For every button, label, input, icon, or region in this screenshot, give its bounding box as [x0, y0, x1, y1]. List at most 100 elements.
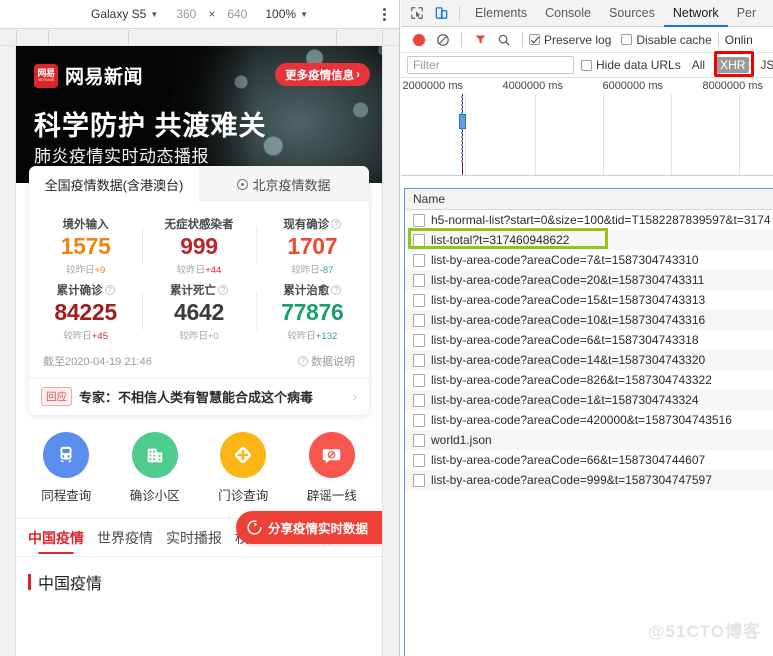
request-type-icon [413, 313, 425, 327]
news-highlight-row[interactable]: 回应 专家：不相信人类有智慧能合成这个病毒 › [29, 377, 369, 415]
devtools-tabbar: Elements Console Sources Network Per [401, 0, 773, 27]
no-rumor-icon [308, 432, 355, 478]
table-row[interactable]: world1.json [405, 430, 773, 450]
filter-type-all[interactable]: All [688, 57, 709, 73]
table-row[interactable]: list-by-area-code?areaCode=1&t=158730474… [405, 390, 773, 410]
network-request-list[interactable]: Name h5-normal-list?start=0&size=100&tid… [404, 188, 773, 656]
more-epidemic-info-label: 更多疫情信息 [285, 69, 355, 82]
hide-data-urls-toggle[interactable]: Hide data URLs [581, 58, 681, 72]
table-row[interactable]: list-by-area-code?areaCode=999&t=1587304… [405, 470, 773, 490]
chevron-right-icon: › [352, 389, 357, 404]
table-row[interactable]: list-by-area-code?areaCode=6&t=158730474… [405, 330, 773, 350]
quick-entry-label: 辟谣一线 [306, 489, 357, 503]
request-name: list-by-area-code?areaCode=14&t=15873047… [431, 353, 706, 367]
delta-prefix: 较昨日 [179, 331, 208, 342]
table-row[interactable]: list-by-area-code?areaCode=420000&t=1587… [405, 410, 773, 430]
table-row[interactable]: list-by-area-code?areaCode=20&t=15873047… [405, 270, 773, 290]
record-icon[interactable] [407, 28, 431, 52]
device-select[interactable]: Galaxy S5 ▼ [82, 7, 167, 21]
device-name: Galaxy S5 [91, 7, 147, 21]
clear-icon[interactable] [431, 28, 455, 52]
table-row[interactable]: list-by-area-code?areaCode=66&t=15873047… [405, 450, 773, 470]
disable-cache-toggle[interactable]: Disable cache [621, 33, 712, 47]
tab-console[interactable]: Console [536, 0, 600, 27]
request-type-icon [413, 333, 425, 347]
request-name: list-by-area-code?areaCode=66&t=15873047… [431, 453, 706, 467]
request-type-icon [413, 433, 425, 447]
stat-total-deaths: 累计死亡? 4642 较昨日+0 [142, 278, 255, 344]
quick-entry-confirmed-communities[interactable]: 确诊小区 [111, 432, 200, 504]
stat-current-confirmed-value: 1707 [287, 233, 338, 259]
delta-value: -87 [319, 265, 334, 276]
info-icon[interactable]: ? [217, 285, 228, 295]
info-icon[interactable]: ? [331, 285, 342, 295]
delta-prefix: 较昨日 [287, 331, 316, 342]
stat-imported-delta: 较昨日+9 [29, 262, 142, 276]
toolbar-divider [522, 32, 523, 47]
request-type-icon [413, 233, 425, 247]
stat-total-confirmed: 累计确诊? 84225 较昨日+45 [29, 278, 142, 344]
device-toolbar: Galaxy S5 ▼ 360 × 640 100% ▼ [0, 0, 399, 29]
table-row[interactable]: list-by-area-code?areaCode=7&t=158730474… [405, 250, 773, 270]
stat-total-recovered-value: 77876 [281, 299, 344, 325]
quick-entry-travel-check[interactable]: 同程查询 [22, 432, 111, 504]
filter-type-js[interactable]: JS [756, 57, 773, 73]
tab-network[interactable]: Network [664, 0, 728, 27]
info-icon[interactable]: ? [331, 219, 342, 229]
table-row[interactable]: h5-normal-list?start=0&size=100&tid=T158… [405, 210, 773, 230]
quick-entry-rumor-busting[interactable]: 辟谣一线 [288, 432, 377, 504]
epidemic-data-card: 全国疫情数据(含港澳台) 北京疫情数据 境外输入 1575 较昨日+9 无症状感… [29, 166, 369, 415]
filter-funnel-icon[interactable] [468, 28, 492, 52]
data-note-link[interactable]: ? 数据说明 [298, 353, 355, 369]
tab-elements[interactable]: Elements [466, 0, 536, 27]
preserve-log-toggle[interactable]: Preserve log [529, 33, 611, 47]
quick-entry-clinic-search[interactable]: 门诊查询 [199, 432, 288, 504]
hide-data-urls-label: Hide data URLs [596, 58, 681, 72]
network-timeline-overview[interactable]: 2000000 ms 4000000 ms 6000000 ms 8000000… [401, 78, 773, 176]
timeline-tick-labels: 2000000 ms 4000000 ms 6000000 ms 8000000… [401, 80, 773, 95]
stat-asymptomatic-label: 无症状感染者 [164, 219, 234, 231]
table-row[interactable]: list-by-area-code?areaCode=10&t=15873047… [405, 310, 773, 330]
tab-china-epidemic[interactable]: 中国疫情 [28, 528, 84, 556]
viewport-width-field[interactable]: 360 [167, 7, 205, 21]
hero-title: 科学防护 共渡难关 [34, 111, 267, 141]
more-epidemic-info-button[interactable]: 更多疫情信息 › [275, 63, 370, 86]
filter-type-xhr[interactable]: XHR [716, 57, 750, 73]
stat-asymptomatic-value: 999 [180, 233, 218, 259]
tab-national-data[interactable]: 全国疫情数据(含港澳台) [29, 166, 199, 202]
info-icon: ? [298, 356, 308, 366]
netease-logo-icon: 网易 NETEASE [34, 63, 58, 88]
mobile-viewport[interactable]: 网易 NETEASE 网易新闻 更多疫情信息 › 科学防护 共渡难关 肺炎疫情实… [16, 46, 382, 656]
zoom-value: 100% [265, 7, 297, 21]
share-data-button[interactable]: 分享疫情实时数据 [235, 511, 382, 544]
inspect-element-icon[interactable] [405, 1, 429, 25]
quick-entry-label: 同程查询 [41, 489, 92, 503]
table-row[interactable]: list-by-area-code?areaCode=826&t=1587304… [405, 370, 773, 390]
throttling-select[interactable]: Onlin [725, 33, 753, 47]
table-row[interactable]: list-by-area-code?areaCode=14&t=15873047… [405, 350, 773, 370]
share-refresh-icon [247, 520, 262, 535]
tab-performance[interactable]: Per [728, 0, 765, 27]
search-input[interactable] [407, 56, 574, 74]
viewport-height-field[interactable]: 640 [218, 7, 256, 21]
table-row[interactable]: list-by-area-code?areaCode=15&t=15873047… [405, 290, 773, 310]
device-emulation-pane: Galaxy S5 ▼ 360 × 640 100% ▼ 网易 NETEASE … [0, 0, 400, 656]
logo-sub-text: NETEASE [37, 77, 55, 82]
stat-total-deaths-label: 累计死亡 [169, 285, 216, 297]
table-row[interactable]: list-total?t=317460948622 [405, 230, 773, 250]
dimension-separator: × [208, 7, 216, 21]
request-list-header[interactable]: Name [405, 189, 773, 210]
stat-asymptomatic-delta: 较昨日+44 [142, 262, 255, 276]
stat-total-recovered-label: 累计治愈 [283, 285, 330, 297]
info-icon[interactable]: ? [104, 285, 115, 295]
tab-world-epidemic[interactable]: 世界疫情 [97, 528, 153, 556]
chevron-down-icon: ▼ [300, 9, 308, 19]
delta-value: +0 [207, 331, 219, 342]
more-vertical-icon[interactable] [377, 6, 391, 22]
tab-sources[interactable]: Sources [600, 0, 664, 27]
tab-live-report[interactable]: 实时播报 [166, 528, 222, 556]
search-icon[interactable] [492, 28, 516, 52]
tab-beijing-data[interactable]: 北京疫情数据 [199, 166, 369, 202]
zoom-select[interactable]: 100% ▼ [256, 7, 317, 21]
toggle-device-toolbar-icon[interactable] [429, 1, 453, 25]
